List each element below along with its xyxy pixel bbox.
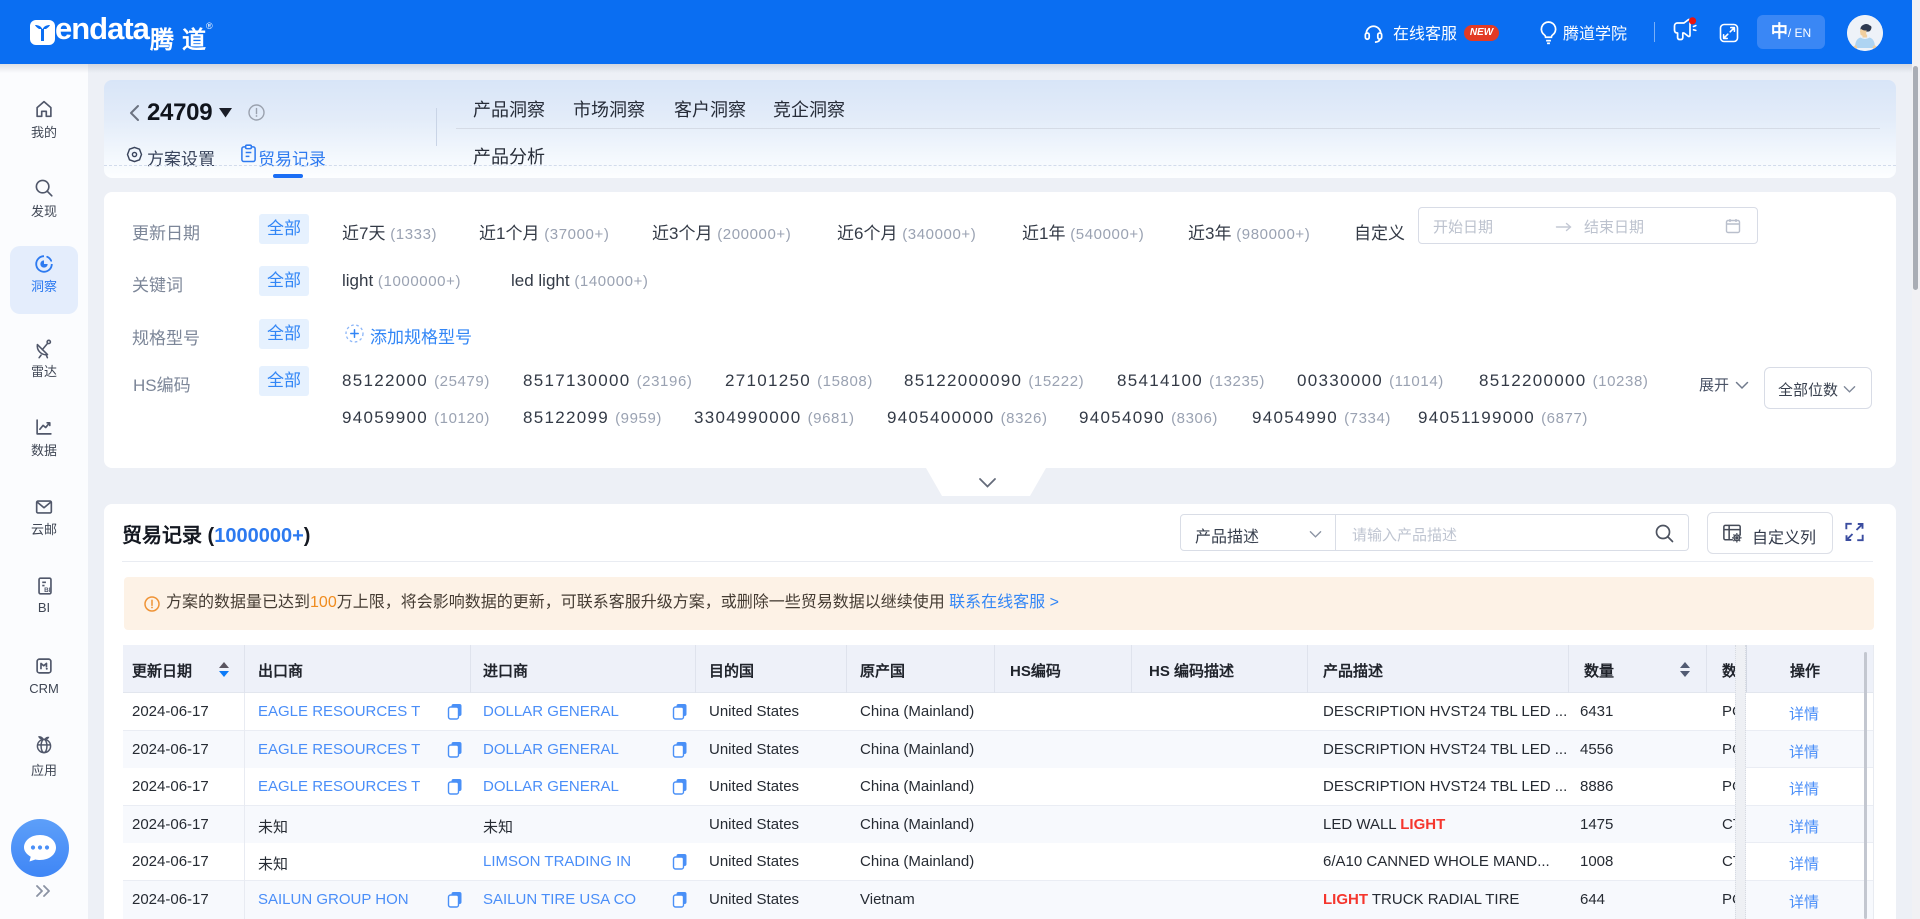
svg-text:BI: BI [44, 587, 51, 594]
